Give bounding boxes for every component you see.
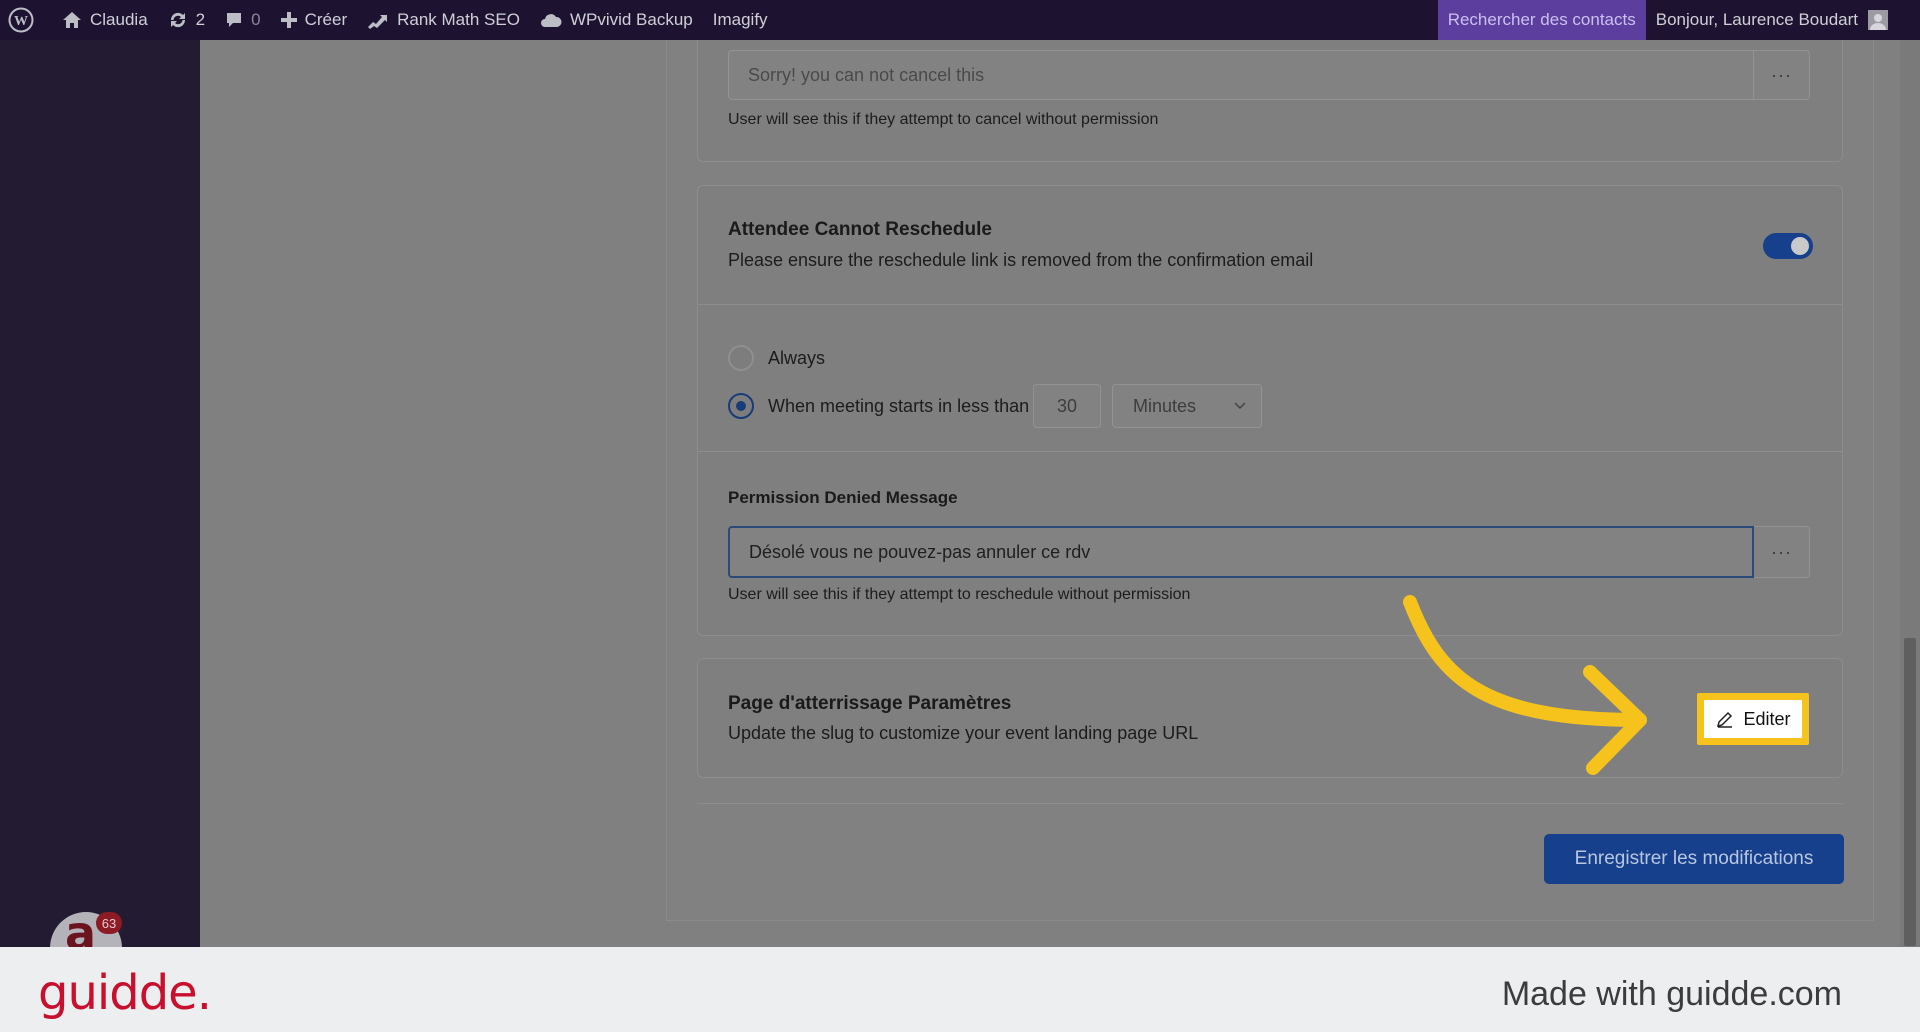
cancel-message-card: Sorry! you can not cancel this ··· User …: [697, 40, 1843, 162]
plus-icon: [280, 12, 297, 28]
comment-icon: [227, 13, 242, 27]
divider: [698, 304, 1842, 305]
radio-always[interactable]: [728, 345, 754, 371]
user-menu[interactable]: Bonjour, Laurence Boudart: [1646, 10, 1898, 30]
settings-panel: Sorry! you can not cancel this ··· User …: [666, 40, 1874, 921]
cancel-message-more-button[interactable]: ···: [1754, 50, 1810, 100]
site-name: Claudia: [90, 10, 148, 29]
rankmath-icon: [368, 15, 388, 29]
user-avatar-icon: [1868, 10, 1888, 30]
notification-badge: 63: [96, 912, 122, 934]
rankmath-label: Rank Math SEO: [397, 10, 520, 29]
refresh-icon: [170, 12, 185, 28]
admin-sidebar: [0, 40, 200, 947]
edit-landing-page-button[interactable]: Editer: [1697, 693, 1809, 745]
rankmath-link[interactable]: Rank Math SEO: [357, 0, 530, 40]
reschedule-toggle[interactable]: [1763, 233, 1813, 259]
minutes-number-input[interactable]: 30: [1033, 384, 1101, 428]
reschedule-card: Attendee Cannot Reschedule Please ensure…: [697, 185, 1843, 636]
user-greeting: Bonjour, Laurence Boudart: [1655, 10, 1858, 29]
guide-arrow-icon: [1403, 595, 1647, 775]
wpvivid-label: WPvivid Backup: [569, 10, 693, 29]
more-dots-icon: ···: [1771, 541, 1792, 562]
unit-select[interactable]: Minutes: [1112, 384, 1262, 428]
comments-count: 0: [251, 10, 261, 29]
save-changes-button[interactable]: Enregistrer les modifications: [1544, 834, 1844, 884]
cancel-message-input[interactable]: Sorry! you can not cancel this: [728, 50, 1754, 100]
edit-label: Editer: [1743, 708, 1791, 729]
comments-link[interactable]: 0: [215, 0, 270, 40]
scrollbar-thumb[interactable]: [1904, 638, 1916, 946]
search-contacts-link[interactable]: Rechercher des contacts: [1437, 0, 1646, 40]
cloud-icon: [540, 14, 562, 27]
pencil-icon: [1717, 711, 1733, 728]
admin-bar: W Claudia 2 0 Créer Rank Math SEO WPvivi…: [0, 0, 1920, 40]
main-content: Sorry! you can not cancel this ··· User …: [200, 40, 1900, 947]
cancel-help-text: User will see this if they attempt to ca…: [728, 111, 1159, 128]
wordpress-logo-icon[interactable]: W: [0, 0, 52, 40]
permission-denied-input[interactable]: Désolé vous ne pouvez-pas annuler ce rdv: [728, 526, 1754, 578]
divider: [697, 803, 1843, 804]
landing-page-title: Page d'atterrissage Paramètres: [728, 693, 1012, 714]
svg-text:W: W: [14, 14, 28, 29]
imagify-label: Imagify: [712, 10, 768, 29]
landing-page-description: Update the slug to customize your event …: [728, 723, 1199, 743]
create-label: Créer: [304, 10, 348, 29]
updates-count: 2: [195, 10, 206, 29]
permission-more-button[interactable]: ···: [1754, 526, 1810, 578]
home-icon: [63, 12, 81, 28]
made-with-text: Made with guidde.com: [1501, 975, 1842, 1013]
radio-always-label: Always: [768, 348, 826, 368]
unit-select-value: Minutes: [1133, 395, 1197, 416]
more-dots-icon: ···: [1771, 64, 1792, 85]
divider: [698, 451, 1842, 452]
imagify-link[interactable]: Imagify: [703, 0, 778, 40]
permission-denied-label: Permission Denied Message: [728, 488, 958, 507]
search-contacts-label: Rechercher des contacts: [1447, 10, 1636, 29]
site-name-link[interactable]: Claudia: [52, 0, 158, 40]
scrollbar[interactable]: [1900, 40, 1920, 947]
permission-help-text: User will see this if they attempt to re…: [728, 586, 1191, 603]
radio-when-meeting[interactable]: [728, 393, 754, 419]
reschedule-description: Please ensure the reschedule link is rem…: [728, 250, 1314, 270]
wpvivid-link[interactable]: WPvivid Backup: [530, 0, 703, 40]
radio-when-meeting-label: When meeting starts in less than: [768, 396, 1030, 416]
chevron-down-icon: [1234, 402, 1246, 410]
guidde-footer: guidde. Made with guidde.com: [0, 947, 1920, 1032]
landing-page-card: Page d'atterrissage Paramètres Update th…: [697, 658, 1843, 778]
updates-link[interactable]: 2: [158, 0, 215, 40]
create-link[interactable]: Créer: [271, 0, 358, 40]
reschedule-title: Attendee Cannot Reschedule: [728, 219, 992, 240]
guidde-logo: guidde.: [38, 965, 212, 1021]
